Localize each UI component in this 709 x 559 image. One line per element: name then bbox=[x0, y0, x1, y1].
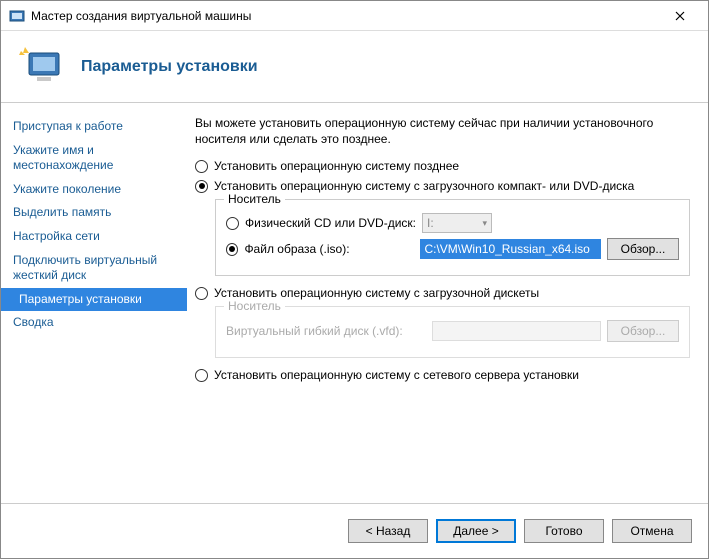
sub-option-vfd: Виртуальный гибкий диск (.vfd): Обзор... bbox=[226, 320, 679, 342]
radio-icon bbox=[195, 160, 208, 173]
cancel-button[interactable]: Отмена bbox=[612, 519, 692, 543]
titlebar: Мастер создания виртуальной машины bbox=[1, 1, 708, 31]
radio-icon bbox=[226, 243, 238, 256]
sidebar-item-generation[interactable]: Укажите поколение bbox=[1, 178, 187, 202]
option-label: Установить операционную систему с загруз… bbox=[214, 286, 539, 300]
radio-icon bbox=[195, 369, 208, 382]
wizard-footer: < Назад Далее > Готово Отмена bbox=[1, 503, 708, 557]
sub-option-physical-disc[interactable]: Физический CD или DVD-диск: I: ▾ bbox=[226, 213, 679, 233]
fieldset-legend: Носитель bbox=[224, 299, 285, 313]
option-install-floppy[interactable]: Установить операционную систему с загруз… bbox=[195, 286, 690, 300]
sub-option-iso[interactable]: Файл образа (.iso): Обзор... bbox=[226, 238, 679, 260]
radio-icon bbox=[195, 287, 208, 300]
close-button[interactable] bbox=[660, 2, 700, 30]
fieldset-legend: Носитель bbox=[224, 192, 285, 206]
vfd-label: Виртуальный гибкий диск (.vfd): bbox=[226, 324, 426, 338]
browse-iso-button[interactable]: Обзор... bbox=[607, 238, 679, 260]
option-label: Установить операционную систему с сетево… bbox=[214, 368, 579, 382]
page-title: Параметры установки bbox=[81, 58, 258, 76]
sidebar-item-network[interactable]: Настройка сети bbox=[1, 225, 187, 249]
browse-vfd-button: Обзор... bbox=[607, 320, 679, 342]
option-install-later[interactable]: Установить операционную систему позднее bbox=[195, 159, 690, 173]
sidebar-item-vhd[interactable]: Подключить виртуальный жесткий диск bbox=[1, 249, 187, 288]
intro-text: Вы можете установить операционную систем… bbox=[195, 115, 690, 147]
vfd-path-input bbox=[432, 321, 601, 341]
window-title: Мастер создания виртуальной машины bbox=[31, 9, 660, 23]
wizard-sidebar: Приступая к работе Укажите имя и местона… bbox=[1, 103, 187, 503]
radio-icon bbox=[195, 180, 208, 193]
wizard-content: Вы можете установить операционную систем… bbox=[187, 103, 708, 503]
drive-select: I: ▾ bbox=[422, 213, 492, 233]
option-install-network[interactable]: Установить операционную систему с сетево… bbox=[195, 368, 690, 382]
next-button[interactable]: Далее > bbox=[436, 519, 516, 543]
back-button[interactable]: < Назад bbox=[348, 519, 428, 543]
drive-select-value: I: bbox=[427, 216, 434, 230]
sidebar-item-summary[interactable]: Сводка bbox=[1, 311, 187, 335]
option-label: Установить операционную систему позднее bbox=[214, 159, 459, 173]
chevron-down-icon: ▾ bbox=[482, 218, 487, 229]
iso-path-input[interactable] bbox=[420, 239, 601, 259]
option-label: Установить операционную систему с загруз… bbox=[214, 179, 634, 193]
media-fieldset-cd: Носитель Физический CD или DVD-диск: I: … bbox=[215, 199, 690, 276]
wizard-icon bbox=[19, 43, 67, 91]
sidebar-item-install-options[interactable]: Параметры установки bbox=[1, 288, 187, 312]
iso-label: Файл образа (.iso): bbox=[244, 242, 414, 256]
sidebar-item-name-location[interactable]: Укажите имя и местонахождение bbox=[1, 139, 187, 178]
option-install-cd-dvd[interactable]: Установить операционную систему с загруз… bbox=[195, 179, 690, 193]
finish-button[interactable]: Готово bbox=[524, 519, 604, 543]
radio-icon bbox=[226, 217, 239, 230]
app-icon bbox=[9, 8, 25, 24]
sidebar-item-getting-started[interactable]: Приступая к работе bbox=[1, 115, 187, 139]
wizard-header: Параметры установки bbox=[1, 31, 708, 103]
media-fieldset-floppy: Носитель Виртуальный гибкий диск (.vfd):… bbox=[215, 306, 690, 358]
sidebar-item-memory[interactable]: Выделить память bbox=[1, 201, 187, 225]
physical-disc-label: Физический CD или DVD-диск: bbox=[245, 216, 416, 230]
